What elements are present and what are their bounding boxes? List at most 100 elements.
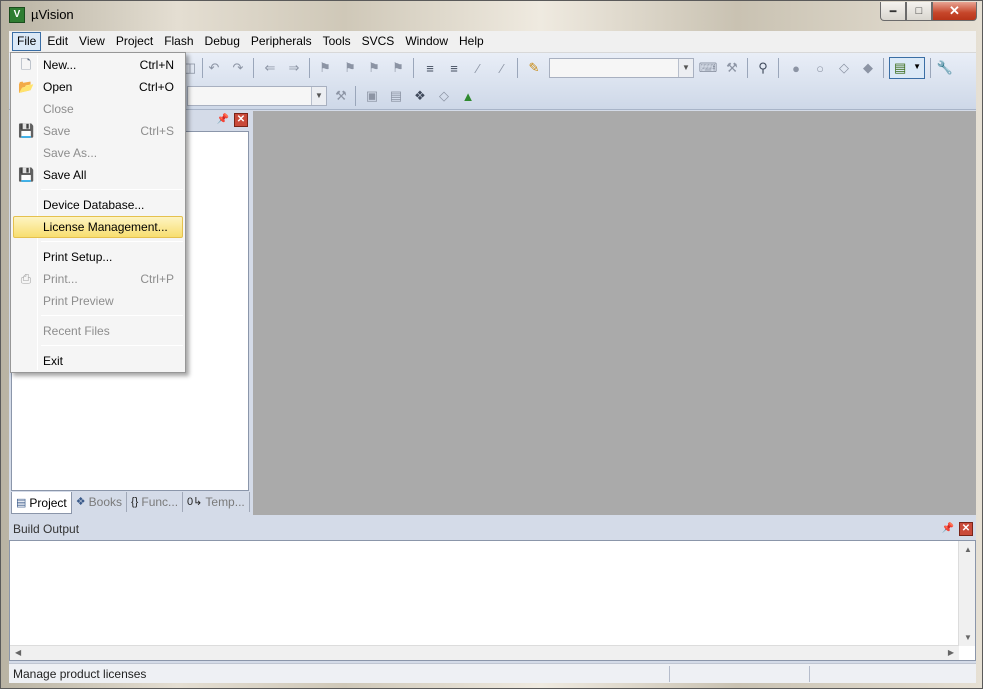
- menu-item-save-as[interactable]: Save As...: [13, 142, 183, 164]
- prev-bookmark-icon[interactable]: ⚑: [341, 59, 359, 77]
- manage-rte-icon[interactable]: ◇: [435, 87, 453, 105]
- zoom-icon[interactable]: ⚲: [754, 59, 772, 77]
- menu-item-save[interactable]: 💾 Save Ctrl+S: [13, 120, 183, 142]
- nav-back-icon[interactable]: ⇐: [261, 59, 279, 77]
- tab-label: Project: [29, 495, 67, 510]
- menu-item-label: Print Setup...: [43, 250, 113, 264]
- menu-item-accel: Ctrl+S: [140, 124, 174, 138]
- window-layout-button[interactable]: ▤ ▼: [889, 57, 925, 79]
- menu-item-label: Recent Files: [43, 324, 110, 338]
- menu-view[interactable]: View: [74, 32, 110, 51]
- menu-item-label: Open: [43, 80, 73, 94]
- tab-project[interactable]: ▤ Project: [11, 492, 72, 514]
- menu-file[interactable]: File: [12, 32, 42, 51]
- menu-edit[interactable]: Edit: [42, 32, 73, 51]
- scroll-left-icon[interactable]: ◀: [15, 648, 21, 657]
- menu-debug[interactable]: Debug: [200, 32, 245, 51]
- menu-tools[interactable]: Tools: [318, 32, 356, 51]
- vertical-scrollbar[interactable]: ▲ ▼: [958, 541, 975, 646]
- comment-icon[interactable]: ⁄: [469, 59, 487, 77]
- find-icon[interactable]: ⌨: [699, 59, 718, 77]
- undo-icon[interactable]: ↶: [205, 59, 223, 77]
- close-button[interactable]: ✕: [932, 2, 977, 21]
- open-folder-icon: 📂: [18, 79, 35, 94]
- debug-dot-icon[interactable]: ●: [787, 59, 805, 77]
- tab-books[interactable]: ❖ Books: [72, 492, 127, 512]
- window-title: µVision: [31, 7, 74, 22]
- chevron-down-icon[interactable]: ▼: [311, 87, 326, 105]
- menu-item-new[interactable]: 🗋 New... Ctrl+N: [13, 54, 183, 76]
- tab-label: Temp...: [205, 495, 245, 509]
- kill-breakpoints-icon[interactable]: ◆: [859, 59, 877, 77]
- clear-bookmarks-icon[interactable]: ⚑: [389, 59, 407, 77]
- menu-help[interactable]: Help: [454, 32, 489, 51]
- menu-item-license-management[interactable]: License Management...: [13, 216, 183, 238]
- toolbar-separator: [778, 58, 779, 78]
- menu-item-save-all[interactable]: 💾 Save All: [13, 164, 183, 186]
- scroll-right-icon[interactable]: ▶: [948, 648, 954, 657]
- menu-item-device-database[interactable]: Device Database...: [13, 194, 183, 216]
- horizontal-scrollbar[interactable]: ◀ ▶: [10, 645, 959, 660]
- menu-bar: File Edit View Project Flash Debug Perip…: [9, 31, 976, 53]
- pack-installer-icon[interactable]: ▲: [459, 87, 477, 105]
- redo-icon[interactable]: ↷: [229, 59, 247, 77]
- save-icon: 💾: [18, 123, 35, 138]
- menu-item-close[interactable]: Close: [13, 98, 183, 120]
- uncomment-icon[interactable]: ⁄: [493, 59, 511, 77]
- toolbar-separator: [202, 58, 203, 78]
- close-icon[interactable]: ✕: [234, 113, 248, 127]
- incremental-find-icon[interactable]: ⚒: [723, 59, 741, 77]
- pin-icon[interactable]: 📌: [942, 523, 954, 534]
- disable-breakpoint-icon[interactable]: ◇: [835, 59, 853, 77]
- minimize-button[interactable]: ━: [880, 2, 906, 21]
- breakpoint-icon[interactable]: ○: [811, 59, 829, 77]
- toolbar-separator: [883, 58, 884, 78]
- target-options-icon[interactable]: ⚒: [332, 87, 350, 105]
- configure-icon[interactable]: 🔧: [936, 59, 954, 77]
- tab-label: Func...: [141, 495, 179, 509]
- editor-area[interactable]: [253, 111, 976, 515]
- find-in-files-icon[interactable]: ✎: [525, 59, 543, 77]
- books-icon: ❖: [75, 496, 86, 508]
- menu-item-open[interactable]: 📂 Open Ctrl+O: [13, 76, 183, 98]
- build-output-text[interactable]: ▲ ▼ ◀ ▶: [9, 540, 976, 661]
- unindent-icon[interactable]: ≡: [445, 59, 463, 77]
- save-all-icon: 💾: [18, 167, 35, 182]
- menu-item-exit[interactable]: Exit: [13, 350, 183, 372]
- bookmark-icon[interactable]: ⚑: [316, 59, 334, 77]
- title-bar[interactable]: V µVision ━ □ ✕: [1, 1, 983, 30]
- maximize-button[interactable]: □: [906, 2, 932, 21]
- menu-item-print-setup[interactable]: Print Setup...: [13, 246, 183, 268]
- menu-svcs[interactable]: SVCS: [357, 32, 400, 51]
- find-combo[interactable]: ▼: [549, 58, 694, 78]
- next-bookmark-icon[interactable]: ⚑: [365, 59, 383, 77]
- menu-peripherals[interactable]: Peripherals: [246, 32, 317, 51]
- caption-buttons: ━ □ ✕: [880, 2, 977, 22]
- menu-item-accel: Ctrl+O: [138, 80, 174, 94]
- build-output-header: Build Output 📌 ✕: [9, 519, 976, 539]
- manage-books-icon[interactable]: ▤: [387, 87, 405, 105]
- pin-icon[interactable]: 📌: [217, 114, 229, 125]
- tab-templates[interactable]: 0↳ Temp...: [183, 492, 250, 512]
- menu-item-print-preview[interactable]: Print Preview: [13, 290, 183, 312]
- menu-item-accel: Ctrl+P: [140, 272, 174, 286]
- menu-item-recent-files[interactable]: Recent Files: [13, 320, 183, 342]
- status-divider: [809, 666, 810, 682]
- indent-icon[interactable]: ≡: [421, 59, 439, 77]
- close-icon[interactable]: ✕: [959, 522, 973, 536]
- scroll-down-icon[interactable]: ▼: [964, 633, 972, 642]
- menu-item-print[interactable]: ⎙ Print... Ctrl+P: [13, 268, 183, 290]
- tab-functions[interactable]: {} Func...: [127, 492, 184, 512]
- menu-flash[interactable]: Flash: [159, 32, 198, 51]
- nav-forward-icon[interactable]: ⇒: [285, 59, 303, 77]
- menu-window[interactable]: Window: [400, 32, 453, 51]
- project-icon: ▤: [16, 496, 27, 509]
- select-packs-icon[interactable]: ❖: [411, 87, 429, 105]
- scroll-up-icon[interactable]: ▲: [964, 545, 972, 554]
- target-combo[interactable]: ▼: [187, 86, 327, 106]
- build-output-title: Build Output: [13, 522, 80, 536]
- chevron-down-icon[interactable]: ▼: [678, 59, 693, 77]
- toolbar-separator: [930, 58, 931, 78]
- manage-components-icon[interactable]: ▣: [363, 87, 381, 105]
- menu-project[interactable]: Project: [111, 32, 158, 51]
